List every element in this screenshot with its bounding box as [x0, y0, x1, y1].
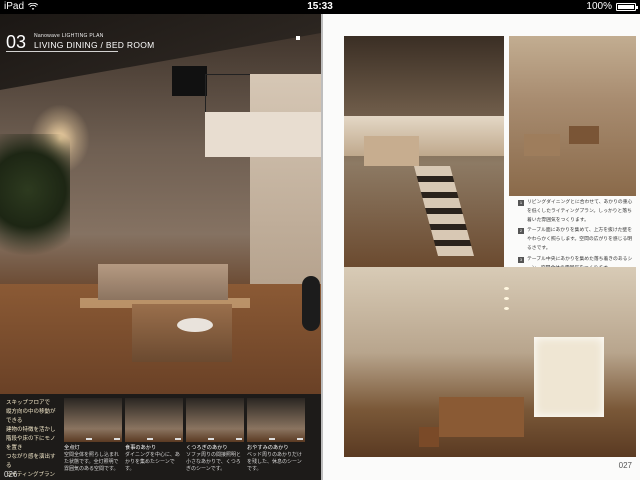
- magazine-viewer[interactable]: 03 Nanowave LIGHTING PLAN LIVING DINING …: [0, 14, 640, 480]
- thumb-badge: [175, 438, 181, 440]
- bed: [524, 134, 560, 156]
- downlight: [504, 287, 509, 290]
- plate: [177, 318, 213, 332]
- note-marker: 2: [518, 228, 524, 235]
- scene-caption-title: 全点灯: [64, 445, 80, 451]
- battery-icon: [616, 3, 638, 11]
- side-table: [569, 126, 599, 144]
- battery-fill: [618, 5, 634, 9]
- downlight: [504, 297, 509, 300]
- note-text: テーブル面にあかりを集めて、上方を抜けた壁をやわらかく照らします。空間の広がりを…: [527, 228, 633, 251]
- scene-thumb-3b[interactable]: [214, 398, 244, 442]
- dining-table: [439, 397, 524, 437]
- scene-caption-2: 食事のあかり ダイニングを中心に、あかりを集めたシーンです。: [125, 444, 183, 472]
- scene-caption-3: くつろぎのあかり ソファ周りの間接照明と小さなあかりで、くつろぎのシーンです。: [186, 444, 244, 472]
- scene-caption-text: 空間全体を照らし込まれた状態です。全灯照明で雰囲気のある空間です。: [64, 452, 120, 472]
- section-kicker: Nanowave LIGHTING PLAN: [34, 33, 104, 39]
- battery-percent: 100%: [586, 1, 612, 12]
- stair-loft-photo: [344, 36, 504, 268]
- status-bar: iPad 15:33 100%: [0, 0, 640, 14]
- section-number: 03: [6, 32, 27, 52]
- notes-block: 1 リビングダイニングとに合わせて、あかりの重心を低くしたライティングプラン。し…: [518, 199, 636, 275]
- bench: [419, 427, 439, 447]
- status-bar-right: 100%: [586, 0, 638, 14]
- scene-caption-text: ソファ周りの間接照明と小さなあかりで、くつろぎのシーンです。: [186, 452, 242, 472]
- note-item: 2 テーブル面にあかりを集めて、上方を抜けた壁をやわらかく照らします。空間の広が…: [518, 227, 636, 253]
- living-room-photo: [0, 14, 321, 394]
- clock: 15:33: [307, 1, 333, 12]
- note-text: リビングダイニングとに合わせて、あかりの重心を低くしたライティングプラン。しっか…: [527, 200, 633, 223]
- right-page[interactable]: 1 リビングダイニングとに合わせて、あかりの重心を低くしたライティングプラン。し…: [323, 14, 640, 480]
- scene-caption-4: おやすみのあかり ベッド周りのあかりだけを残した、休息のシーンです。: [247, 444, 305, 472]
- downlight: [504, 307, 509, 310]
- scene-thumb-3a[interactable]: [186, 398, 216, 442]
- floating-stairs: [414, 166, 474, 256]
- loft-floor: [205, 112, 321, 157]
- note-marker: 3: [518, 256, 524, 263]
- scene-thumb-4b[interactable]: [275, 398, 305, 442]
- left-page[interactable]: 03 Nanowave LIGHTING PLAN LIVING DINING …: [0, 14, 321, 480]
- scene-caption-text: ダイニングを中心に、あかりを集めたシーンです。: [125, 452, 180, 472]
- scene-thumbnails: 全点灯 空間全体を照らし込まれた状態です。全灯照明で雰囲気のある空間です。 食事…: [64, 398, 319, 472]
- scene-thumb-2a[interactable]: [125, 398, 155, 442]
- dark-window: [172, 66, 207, 96]
- note-marker: 1: [518, 200, 524, 206]
- plant: [0, 134, 70, 274]
- thumb-badge: [236, 438, 242, 440]
- scene-caption-title: 食事のあかり: [125, 445, 157, 451]
- vase: [302, 276, 320, 331]
- coffee-table: [132, 304, 232, 362]
- dining-room-photo: [344, 267, 636, 457]
- thumb-badge: [114, 438, 120, 440]
- sofa: [98, 264, 228, 300]
- scene-caption-title: くつろぎのあかり: [186, 445, 228, 451]
- loft-furniture: [364, 136, 419, 166]
- note-item: 1 リビングダイニングとに合わせて、あかりの重心を低くしたライティングプラン。し…: [518, 199, 636, 225]
- photo-marker: [296, 36, 300, 40]
- lit-wall-niche: [534, 337, 604, 417]
- page-number-right: 027: [618, 461, 632, 470]
- page-gutter: [321, 14, 323, 480]
- bedroom-photo: [509, 36, 636, 196]
- page-number-left: 026: [4, 470, 18, 479]
- thumb-badge: [297, 438, 303, 440]
- scene-caption-title: おやすみのあかり: [247, 445, 289, 451]
- scene-thumb-1a[interactable]: [64, 398, 94, 442]
- header-rule: [6, 51, 118, 52]
- scene-thumb-2b[interactable]: [153, 398, 183, 442]
- section-title: LIVING DINING / BED ROOM: [34, 40, 155, 50]
- intro-caption: スキップフロアで 縦方向の中の移動ができる 建物の特徴を活かし 階段や床の下にモ…: [6, 400, 56, 478]
- scene-caption-text: ベッド周りのあかりだけを残した、休息のシーンです。: [247, 452, 303, 472]
- scene-caption-1: 全点灯 空間全体を照らし込まれた状態です。全灯照明で雰囲気のある空間です。: [64, 444, 122, 472]
- scene-thumb-1b[interactable]: [92, 398, 122, 442]
- scene-thumb-4a[interactable]: [247, 398, 277, 442]
